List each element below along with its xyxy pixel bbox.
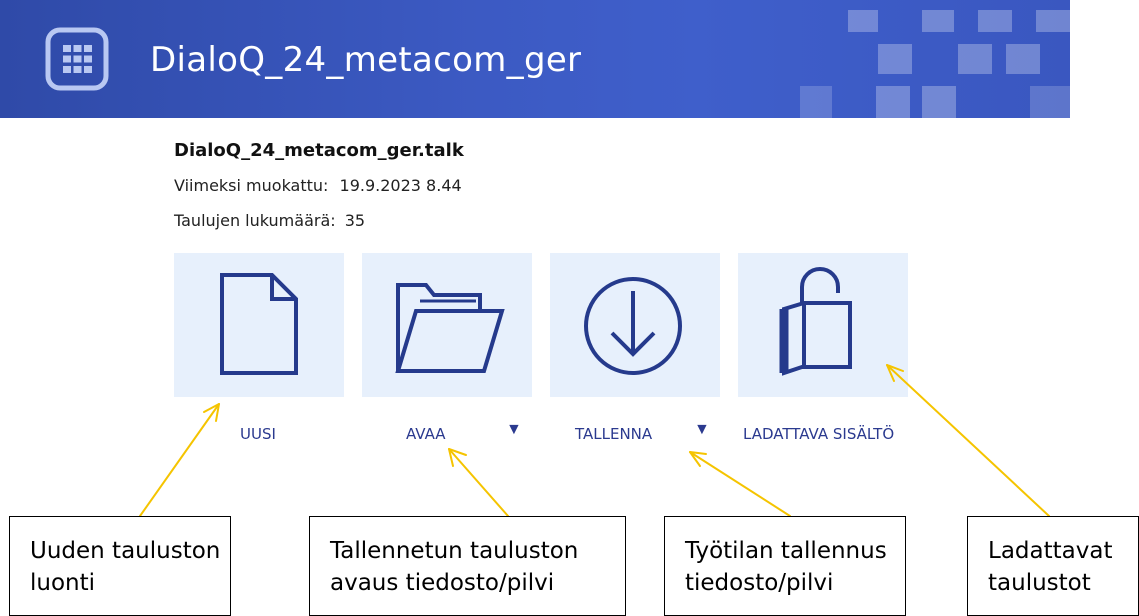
open-tile[interactable]	[362, 253, 532, 397]
callout-line: taulustot	[988, 570, 1091, 596]
open-button[interactable]: AVAA	[406, 425, 446, 443]
header-decoration	[958, 44, 992, 74]
header-decoration	[1036, 10, 1070, 32]
download-icon	[584, 277, 682, 375]
header-decoration	[878, 44, 912, 74]
header-decoration	[922, 86, 956, 118]
shopping-bag-icon	[779, 267, 852, 376]
downloadable-content-button[interactable]: LADATTAVA SISÄLTÖ	[743, 425, 894, 443]
board-count-label: Taulujen lukumäärä:	[174, 211, 336, 230]
callout-open: Tallennetun tauluston avaus tiedosto/pil…	[309, 516, 626, 616]
modified-row: Viimeksi muokattu: 19.9.2023 8.44	[174, 176, 462, 195]
callout-line: Työtilan tallennus	[685, 538, 887, 564]
header-decoration	[1006, 44, 1040, 74]
file-name: DialoQ_24_metacom_ger.talk	[174, 140, 464, 161]
arrow-new	[139, 403, 220, 517]
save-dropdown-icon[interactable]: ▼	[694, 421, 710, 439]
callout-save: Työtilan tallennus tiedosto/pilvi	[664, 516, 906, 616]
header-decoration	[1030, 86, 1070, 118]
open-dropdown-icon[interactable]: ▼	[506, 421, 522, 439]
app-header: DialoQ_24_metacom_ger	[0, 0, 1070, 118]
callout-line: luonti	[30, 570, 96, 596]
callout-line: Uuden tauluston	[30, 538, 221, 564]
board-count-value: 35	[344, 211, 366, 230]
header-decoration	[876, 86, 910, 118]
downloadable-content-tile[interactable]	[738, 253, 908, 397]
callout-line: Tallennetun tauluston	[330, 538, 579, 564]
header-decoration	[800, 86, 832, 118]
callout-line: Ladattavat	[988, 538, 1113, 564]
save-tile[interactable]	[550, 253, 720, 397]
new-tile[interactable]	[174, 253, 344, 397]
app-title: DialoQ_24_metacom_ger	[150, 40, 582, 80]
header-decoration	[922, 10, 954, 32]
header-decoration	[848, 10, 878, 32]
callout-line: avaus tiedosto/pilvi	[330, 570, 555, 596]
grid-icon[interactable]	[44, 26, 110, 92]
board-count-row: Taulujen lukumäärä: 35	[174, 211, 365, 230]
modified-label: Viimeksi muokattu:	[174, 176, 329, 195]
arrow-save	[689, 451, 791, 517]
header-decoration	[978, 10, 1012, 32]
new-document-icon	[220, 273, 298, 375]
callout-new: Uuden tauluston luonti	[9, 516, 231, 616]
new-button[interactable]: UUSI	[240, 425, 276, 443]
arrow-downloadable	[886, 364, 1050, 517]
callout-line: tiedosto/pilvi	[685, 570, 834, 596]
callout-downloadable: Ladattavat taulustot	[967, 516, 1139, 616]
folder-icon	[395, 283, 505, 373]
modified-value: 19.9.2023 8.44	[339, 176, 462, 195]
save-button[interactable]: TALLENNA	[575, 425, 652, 443]
arrow-open	[448, 448, 509, 517]
